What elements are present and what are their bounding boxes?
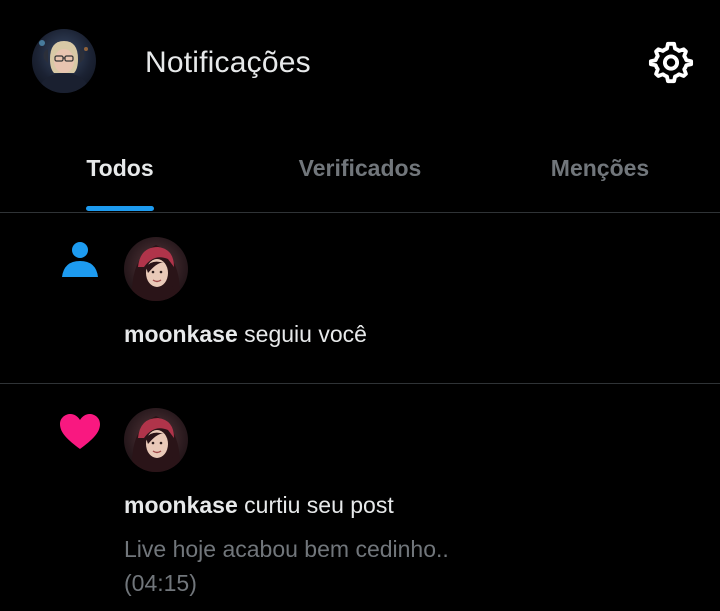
tab-mencoes[interactable]: Menções xyxy=(480,140,720,212)
tab-label: Menções xyxy=(550,155,650,181)
username[interactable]: moonkase xyxy=(124,492,238,518)
notification-like[interactable]: moonkase curtiu seu post Live hoje acabo… xyxy=(0,384,720,611)
header: Notificações xyxy=(0,0,720,125)
page-title: Notificações xyxy=(145,46,311,79)
post-preview-line: (04:15) xyxy=(124,570,197,596)
tab-verificados[interactable]: Verificados xyxy=(240,140,480,212)
avatar[interactable] xyxy=(124,408,188,472)
heart-icon xyxy=(58,410,102,454)
avatar[interactable] xyxy=(124,237,188,301)
username[interactable]: moonkase xyxy=(124,321,238,347)
active-tab-indicator xyxy=(86,206,154,211)
profile-avatar[interactable] xyxy=(32,29,96,93)
user-avatar-image xyxy=(131,416,181,472)
notifications-screen: Notificações Todos Verificados Menções m… xyxy=(0,0,720,611)
notification-text: moonkase seguiu você xyxy=(124,319,367,349)
notification-follow[interactable]: moonkase seguiu você xyxy=(0,213,720,383)
person-icon xyxy=(58,237,102,281)
user-avatar-image xyxy=(131,245,181,301)
tab-label: Verificados xyxy=(298,155,422,181)
profile-avatar-image xyxy=(39,40,88,93)
gear-icon[interactable] xyxy=(648,39,694,85)
tab-label: Todos xyxy=(86,155,154,181)
notification-text: moonkase curtiu seu post xyxy=(124,490,394,520)
post-preview-line: Live hoje acabou bem cedinho.. xyxy=(124,536,449,562)
tab-bar: Todos Verificados Menções xyxy=(0,140,720,212)
tab-todos[interactable]: Todos xyxy=(0,140,240,212)
notification-action: curtiu seu post xyxy=(244,492,394,518)
notification-action: seguiu você xyxy=(244,321,367,347)
post-preview[interactable]: Live hoje acabou bem cedinho.. (04:15) xyxy=(124,532,684,600)
